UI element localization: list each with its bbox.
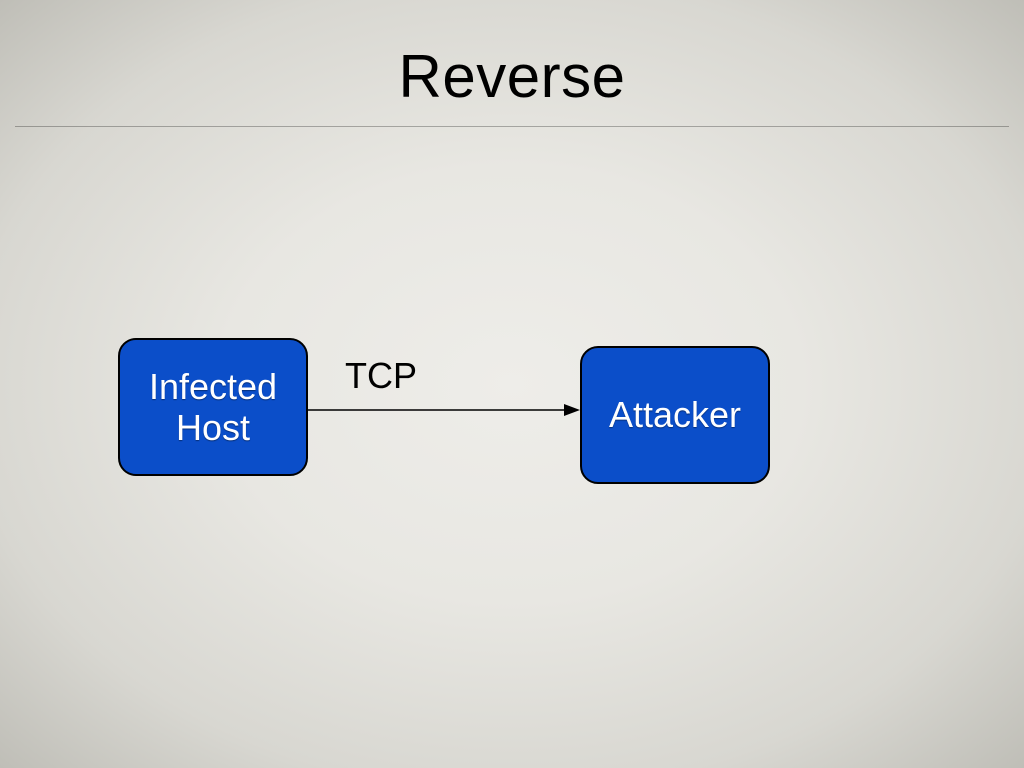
title-divider bbox=[15, 126, 1009, 127]
node-label: Attacker bbox=[609, 394, 741, 435]
slide-title: Reverse bbox=[0, 42, 1024, 111]
arrow-icon bbox=[308, 400, 580, 420]
node-attacker: Attacker bbox=[580, 346, 770, 484]
edge-label: TCP bbox=[345, 355, 417, 397]
node-infected-host: InfectedHost bbox=[118, 338, 308, 476]
node-label: InfectedHost bbox=[149, 366, 277, 449]
